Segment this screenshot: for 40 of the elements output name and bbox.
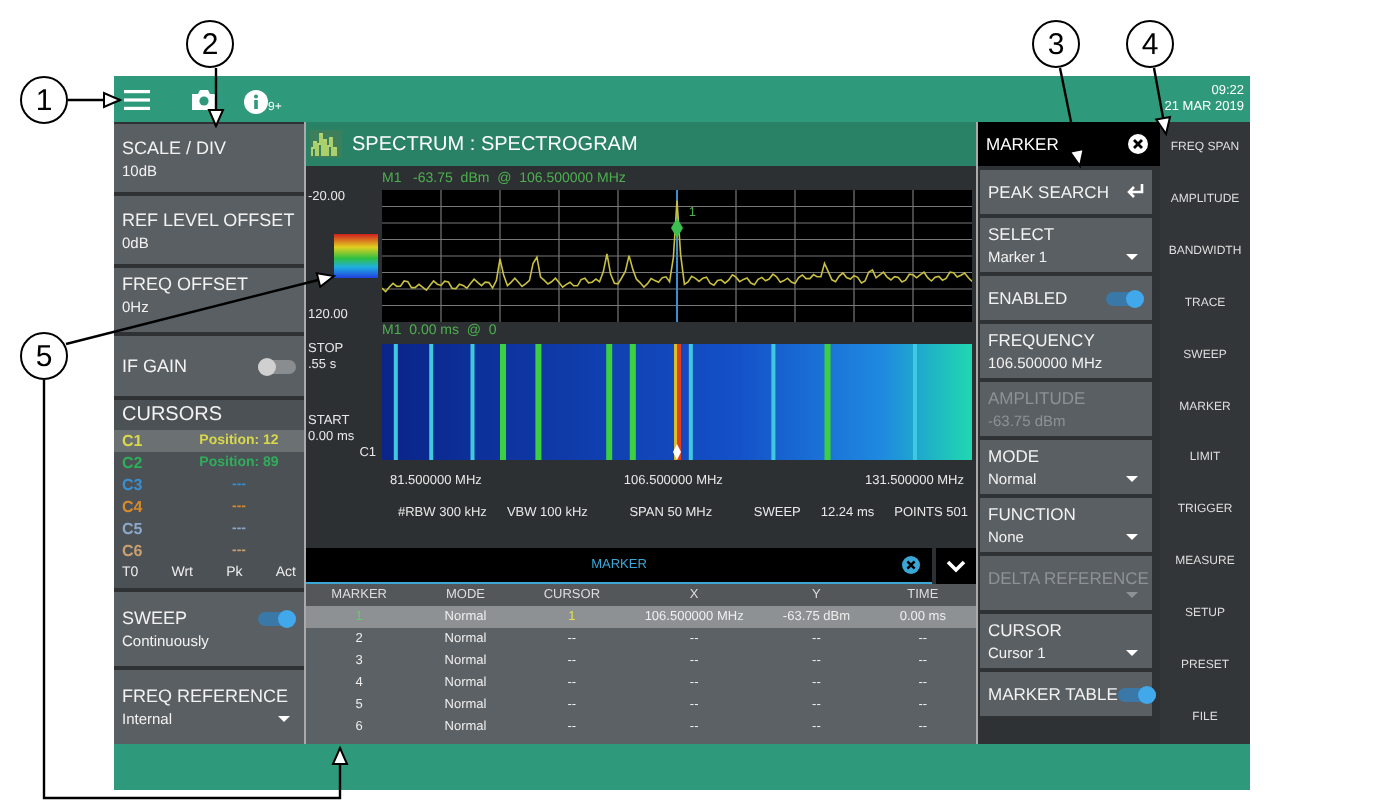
caret-icon xyxy=(1126,254,1138,260)
spectrum-icon xyxy=(310,130,342,158)
callout-arrow xyxy=(207,68,225,129)
menu-button[interactable]: IF GAIN xyxy=(114,336,304,396)
cursor-name: C3 xyxy=(122,476,145,494)
caret-icon xyxy=(278,716,290,722)
callout-number: 3 xyxy=(1032,20,1080,68)
callout-number: 2 xyxy=(186,20,234,68)
toggle-switch[interactable] xyxy=(258,609,296,627)
caret-icon xyxy=(1126,476,1138,482)
callout-number: 5 xyxy=(20,332,68,380)
toggle-switch[interactable] xyxy=(1106,289,1144,307)
section-title: CURSORS xyxy=(120,404,225,430)
caret-icon xyxy=(1126,534,1138,540)
callout-number: 1 xyxy=(20,76,68,124)
toggle-switch[interactable] xyxy=(258,357,296,375)
enter-icon xyxy=(1126,184,1144,200)
info-icon[interactable] xyxy=(244,89,268,113)
color-scale-bar xyxy=(334,234,378,278)
camera-icon[interactable] xyxy=(192,89,216,109)
menu-button[interactable]: MARKER TABLE xyxy=(980,672,1152,716)
caret-icon xyxy=(1126,592,1138,598)
cursor-name: C2 xyxy=(122,454,145,472)
callout-arrow xyxy=(68,91,123,109)
chevron-icon xyxy=(946,559,966,573)
caret-icon xyxy=(1126,650,1138,656)
callout-number: 4 xyxy=(1126,20,1174,68)
cursor-name: C1 xyxy=(122,432,145,450)
menu-button[interactable]: PEAK SEARCH xyxy=(980,170,1152,214)
close-icon[interactable] xyxy=(902,556,920,574)
menu-button[interactable]: ENABLED xyxy=(980,276,1152,320)
cursor-name: C5 xyxy=(122,520,145,538)
cursor-name: C4 xyxy=(122,498,145,516)
toggle-switch[interactable] xyxy=(1117,685,1156,703)
close-icon[interactable] xyxy=(1128,134,1148,154)
view-title: SPECTRUM : SPECTROGRAM xyxy=(352,133,638,155)
menu-icon[interactable] xyxy=(124,89,150,109)
panel-title: MARKER xyxy=(986,134,1059,154)
cursor-name: C6 xyxy=(122,542,145,560)
collapse-button[interactable] xyxy=(936,548,976,584)
